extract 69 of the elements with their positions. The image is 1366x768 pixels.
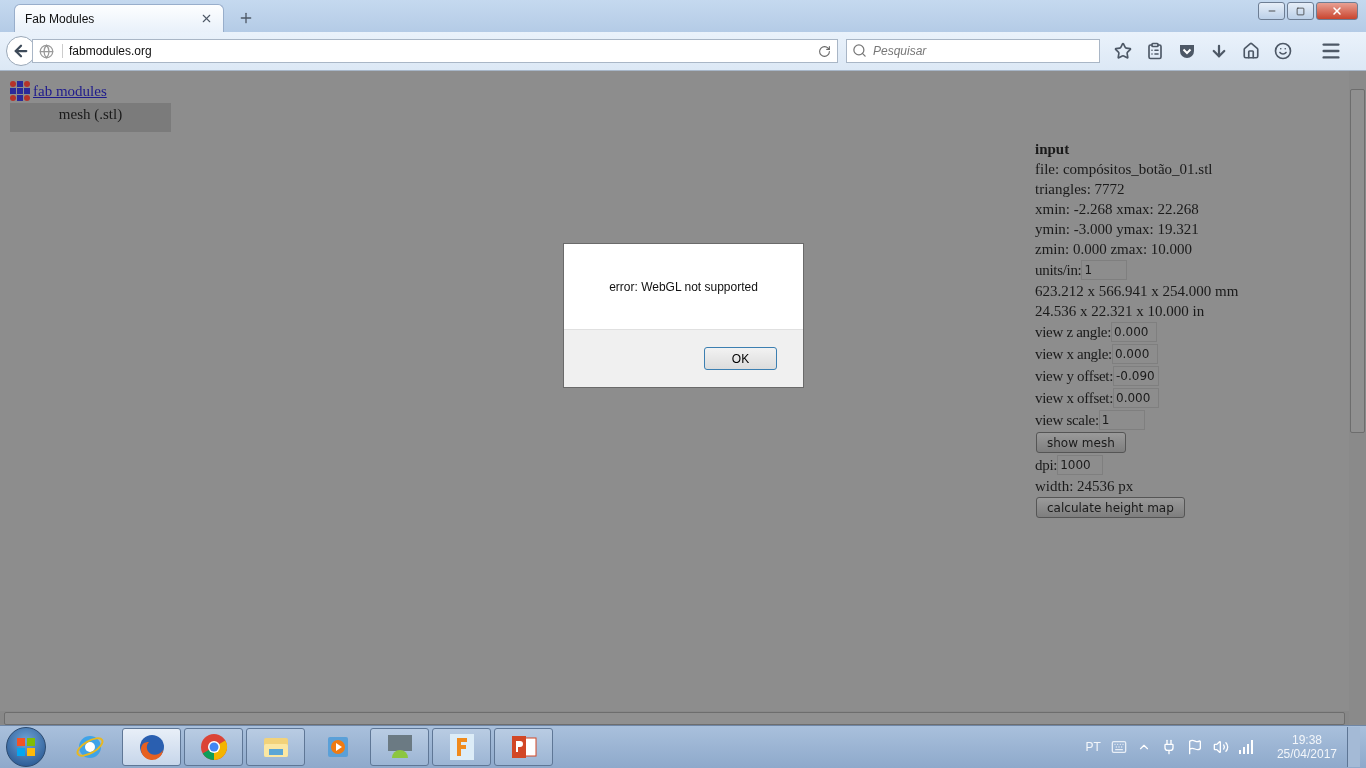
close-button[interactable] (1316, 2, 1358, 20)
taskbar-app[interactable] (494, 728, 553, 766)
field-label: view y offset: (1035, 367, 1113, 385)
clock-time: 19:38 (1291, 733, 1322, 747)
ok-button[interactable]: OK (704, 347, 777, 370)
tab-title: Fab Modules (25, 11, 95, 26)
input-field[interactable]: 1 (1081, 260, 1128, 280)
speaker-icon[interactable] (1212, 739, 1229, 755)
logo-link[interactable]: fab modules (33, 82, 107, 100)
input-field[interactable]: -0.090 (1113, 366, 1159, 386)
info-text: width: 24536 px (1035, 477, 1134, 496)
signal-bars-icon[interactable] (1238, 740, 1255, 754)
input-field[interactable]: 0.000 (1111, 322, 1158, 342)
star-icon[interactable] (1114, 42, 1132, 60)
show-desktop-button[interactable] (1347, 727, 1360, 767)
home-icon[interactable] (1242, 42, 1260, 60)
input-field[interactable]: 1000 (1057, 455, 1104, 475)
start-button[interactable] (6, 727, 46, 767)
pocket-icon[interactable] (1178, 42, 1196, 60)
restore-button[interactable] (1287, 2, 1314, 20)
field-label: view x offset: (1035, 389, 1113, 407)
close-icon[interactable] (200, 12, 213, 25)
field-label: dpi: (1035, 456, 1058, 474)
clipboard-list-icon[interactable] (1146, 42, 1164, 60)
taskbar-app[interactable] (122, 728, 181, 766)
reload-icon[interactable] (818, 44, 831, 58)
info-text: triangles: 7772 (1035, 180, 1125, 199)
address-text: fabmodules.org (62, 44, 810, 58)
module-menu[interactable]: mesh (.stl) (10, 103, 171, 132)
close-icon (1331, 5, 1343, 17)
taskbar-app[interactable] (432, 728, 491, 766)
windows-logo-icon (16, 737, 36, 757)
action-button[interactable]: calculate height map (1036, 497, 1185, 518)
horizontal-scrollbar[interactable] (0, 711, 1349, 725)
browser-tab[interactable]: Fab Modules (14, 4, 224, 32)
input-field[interactable]: 1 (1098, 410, 1145, 430)
taskbar-app[interactable] (370, 728, 429, 766)
field-label: view scale: (1035, 411, 1099, 429)
flag-icon[interactable] (1186, 739, 1203, 755)
address-bar[interactable]: fabmodules.org (32, 39, 838, 63)
input-field[interactable]: 0.000 (1111, 344, 1158, 364)
panel-heading: input (1035, 140, 1070, 159)
info-text: xmin: -2.268 xmax: 22.268 (1035, 200, 1199, 219)
search-icon (852, 43, 867, 58)
field-label: view z angle: (1035, 323, 1112, 341)
taskbar-app[interactable] (184, 728, 243, 766)
input-field[interactable]: 0.000 (1113, 388, 1159, 408)
taskbar-app[interactable] (246, 728, 305, 766)
info-text: file: compósitos_botão_01.stl (1035, 160, 1213, 179)
error-message: error: WebGL not supported (609, 279, 758, 294)
square-icon (1296, 6, 1305, 16)
info-text: 623.212 x 566.941 x 254.000 mm (1035, 282, 1239, 301)
info-text: zmin: 0.000 zmax: 10.000 (1035, 240, 1193, 259)
action-button[interactable]: show mesh (1036, 432, 1126, 453)
globe-icon (39, 43, 54, 59)
chrome-circle-icon (198, 732, 229, 762)
download-icon[interactable] (1210, 42, 1228, 60)
smiley-icon[interactable] (1274, 42, 1292, 60)
minimize-button[interactable] (1258, 2, 1285, 20)
keyboard-icon[interactable] (1110, 739, 1127, 755)
search-field[interactable]: Pesquisar (846, 39, 1100, 63)
dot-grid-icon (10, 81, 30, 101)
menu-icon[interactable] (1320, 40, 1342, 62)
info-text: ymin: -3.000 ymax: 19.321 (1035, 220, 1199, 239)
clock-date: 25/04/2017 (1276, 747, 1337, 761)
field-label: units/in: (1035, 261, 1082, 279)
info-text: 24.536 x 22.321 x 10.000 in (1035, 302, 1205, 321)
field-label: view x angle: (1035, 345, 1112, 363)
plus-icon[interactable] (238, 10, 254, 26)
